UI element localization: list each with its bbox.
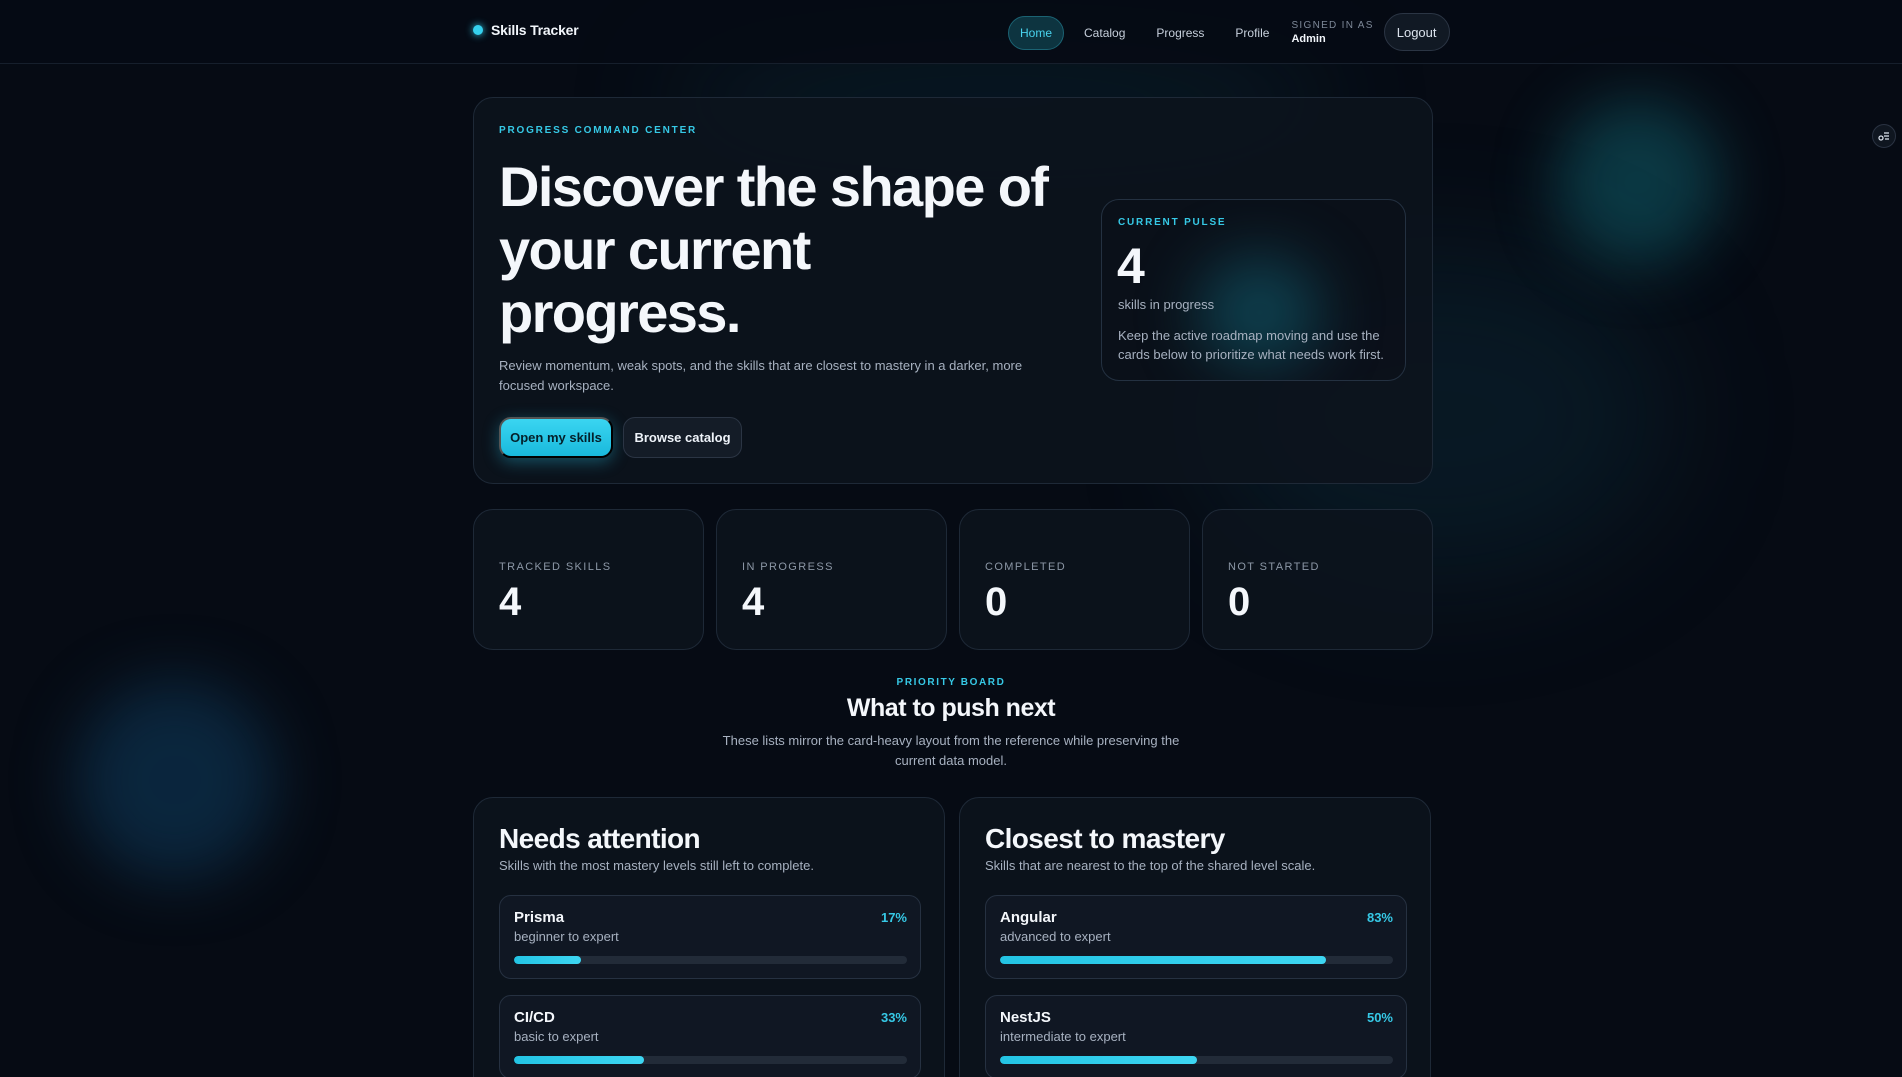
skill-card[interactable]: NestJS intermediate to expert 50% — [985, 995, 1407, 1077]
stat-value: 0 — [1228, 580, 1251, 624]
signed-in-label: SIGNED IN AS — [1291, 20, 1374, 32]
stat-value: 0 — [985, 580, 1008, 624]
stat-label: NOT STARTED — [1228, 561, 1320, 573]
hero-title: Discover the shape of your current progr… — [499, 155, 1049, 344]
pulse-description: Keep the active roadmap moving and use t… — [1118, 328, 1384, 362]
skill-percent: 83% — [1366, 910, 1393, 925]
open-my-skills-button[interactable]: Open my skills — [499, 417, 613, 458]
nav-home[interactable]: Home — [1008, 16, 1065, 50]
closest-to-mastery-panel: Closest to mastery Skills that are neare… — [959, 797, 1431, 1077]
progress-bar-fill — [514, 1056, 644, 1064]
skill-card[interactable]: Prisma beginner to expert 17% — [499, 895, 921, 979]
skill-range: intermediate to expert — [1000, 1029, 1126, 1044]
progress-bar — [514, 956, 907, 964]
priority-eyebrow: PRIORITY BOARD — [896, 677, 1006, 688]
skill-range: advanced to expert — [1000, 929, 1111, 944]
progress-bar-fill — [1000, 956, 1327, 964]
stat-card-in-progress: IN PROGRESS 4 — [716, 509, 947, 650]
current-pulse-card: CURRENT PULSE 4 skills in progress Keep … — [1101, 199, 1406, 381]
progress-bar — [514, 1056, 907, 1064]
priority-description: These lists mirror the card-heavy layout… — [722, 733, 1180, 768]
skill-name: CI/CD — [514, 1009, 555, 1026]
browse-catalog-button[interactable]: Browse catalog — [623, 417, 742, 458]
panel-description: Skills with the most mastery levels stil… — [499, 858, 814, 873]
main-nav: Home Catalog Progress Profile SIGNED IN … — [1008, 13, 1450, 51]
settings-toggle-icon[interactable] — [1872, 124, 1896, 148]
skill-name: Prisma — [514, 909, 565, 926]
progress-bar-fill — [1000, 1056, 1197, 1064]
nav-catalog[interactable]: Catalog — [1073, 16, 1136, 50]
stat-value: 4 — [499, 580, 522, 624]
stat-label: COMPLETED — [985, 561, 1067, 573]
needs-attention-panel: Needs attention Skills with the most mas… — [473, 797, 945, 1077]
nav-progress[interactable]: Progress — [1145, 16, 1215, 50]
stat-label: TRACKED SKILLS — [499, 561, 612, 573]
brand-dot-icon — [473, 25, 483, 35]
skill-card[interactable]: Angular advanced to expert 83% — [985, 895, 1407, 979]
progress-bar-fill — [514, 956, 581, 964]
skill-card[interactable]: CI/CD basic to expert 33% — [499, 995, 921, 1077]
logout-button[interactable]: Logout — [1383, 13, 1450, 51]
skill-range: basic to expert — [514, 1029, 599, 1044]
skill-percent: 33% — [880, 1010, 907, 1025]
progress-bar — [1000, 956, 1393, 964]
progress-bar — [1000, 1056, 1393, 1064]
panel-title: Closest to mastery — [985, 823, 1225, 854]
hero-card: PROGRESS COMMAND CENTER Discover the sha… — [473, 97, 1433, 484]
pulse-eyebrow: CURRENT PULSE — [1118, 217, 1227, 228]
skill-name: Angular — [1000, 909, 1057, 926]
stat-card-not-started: NOT STARTED 0 — [1202, 509, 1433, 650]
brand-name: Skills Tracker — [491, 22, 579, 38]
panel-title: Needs attention — [499, 823, 701, 854]
hero-eyebrow: PROGRESS COMMAND CENTER — [499, 125, 698, 136]
stat-value: 4 — [742, 580, 765, 624]
nav-profile[interactable]: Profile — [1224, 16, 1280, 50]
skill-percent: 50% — [1366, 1010, 1393, 1025]
signed-in-indicator: SIGNED IN AS Admin — [1291, 19, 1373, 46]
hero-description: Review momentum, weak spots, and the ski… — [499, 358, 1023, 393]
stat-card-tracked: TRACKED SKILLS 4 — [473, 509, 704, 650]
skill-name: NestJS — [1000, 1009, 1051, 1026]
top-navigation-bar: Skills Tracker Home Catalog Progress Pro… — [0, 0, 1902, 64]
stat-card-completed: COMPLETED 0 — [959, 509, 1190, 650]
priority-title: What to push next — [846, 694, 1056, 722]
skill-percent: 17% — [880, 910, 907, 925]
stat-label: IN PROGRESS — [742, 561, 834, 573]
pulse-value: 4 — [1117, 238, 1145, 294]
brand-logo[interactable]: Skills Tracker — [473, 22, 579, 38]
signed-in-user: Admin — [1291, 33, 1326, 46]
pulse-label: skills in progress — [1118, 297, 1215, 312]
panel-description: Skills that are nearest to the top of th… — [985, 858, 1316, 873]
skill-range: beginner to expert — [514, 929, 619, 944]
